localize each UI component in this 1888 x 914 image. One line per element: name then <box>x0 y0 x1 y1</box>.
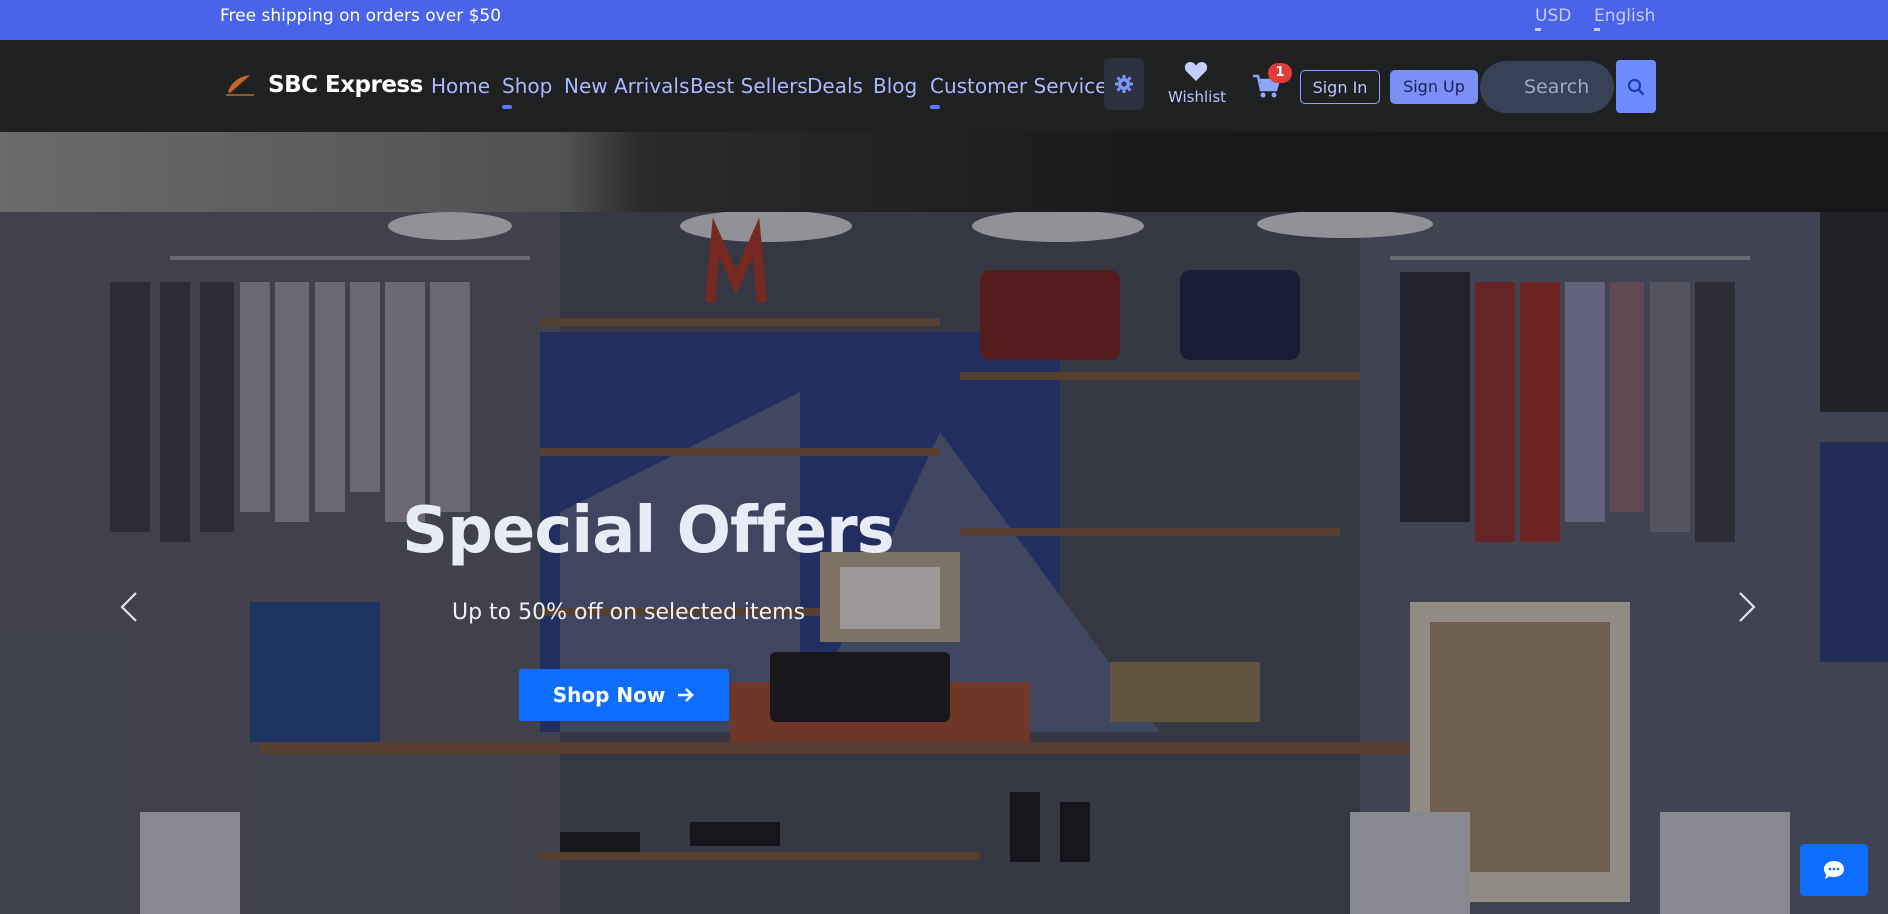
menu-item-best-sellers[interactable]: Best Sellers <box>690 74 808 98</box>
menu-item-home[interactable]: Home <box>431 74 490 98</box>
wishlist-link[interactable]: Wishlist <box>1168 60 1227 106</box>
chat-widget-button[interactable] <box>1800 844 1868 896</box>
hero-top-strip <box>0 132 1888 212</box>
menu-item-shop[interactable]: Shop <box>502 74 552 109</box>
carousel-next-chevron-right-icon[interactable] <box>1734 590 1760 624</box>
hero-carousel <box>0 212 1888 914</box>
sign-in-button[interactable]: Sign In <box>1300 70 1380 104</box>
search-button[interactable] <box>1616 60 1656 113</box>
theme-settings-button[interactable] <box>1104 58 1144 110</box>
brand-name[interactable]: SBC Express <box>268 72 423 98</box>
shop-now-button[interactable]: Shop Now <box>519 669 729 721</box>
sign-up-button[interactable]: Sign Up <box>1390 70 1478 104</box>
gear-icon <box>1115 75 1133 93</box>
menu-item-new-arrivals[interactable]: New Arrivals <box>564 74 689 98</box>
menu-item-deals[interactable]: Deals <box>807 74 863 98</box>
heart-icon <box>1184 61 1208 81</box>
menu-item-blog[interactable]: Blog <box>873 74 917 98</box>
shipping-message: Free shipping on orders over $50 <box>220 6 502 26</box>
arrow-right-icon <box>678 688 695 702</box>
shop-now-label: Shop Now <box>552 683 666 707</box>
brand-logo[interactable] <box>220 72 260 98</box>
hero-subtitle: Up to 50% off on selected items <box>452 600 806 625</box>
search-input[interactable]: Search <box>1480 61 1614 113</box>
search-icon <box>1627 78 1645 95</box>
carousel-prev-chevron-left-icon[interactable] <box>116 590 142 624</box>
wishlist-label: Wishlist <box>1168 88 1227 106</box>
currency-select[interactable]: USD <box>1535 6 1571 31</box>
hero-overlay <box>0 212 1888 914</box>
cart-count-badge: 1 <box>1268 63 1292 83</box>
menu-item-customer-service[interactable]: Customer Service <box>930 74 1107 109</box>
language-select[interactable]: English <box>1594 6 1655 31</box>
chat-icon <box>1824 861 1844 879</box>
hero-title: Special Offers <box>402 494 895 568</box>
announcement-bar: Free shipping on orders over $50 USD Eng… <box>0 0 1888 40</box>
